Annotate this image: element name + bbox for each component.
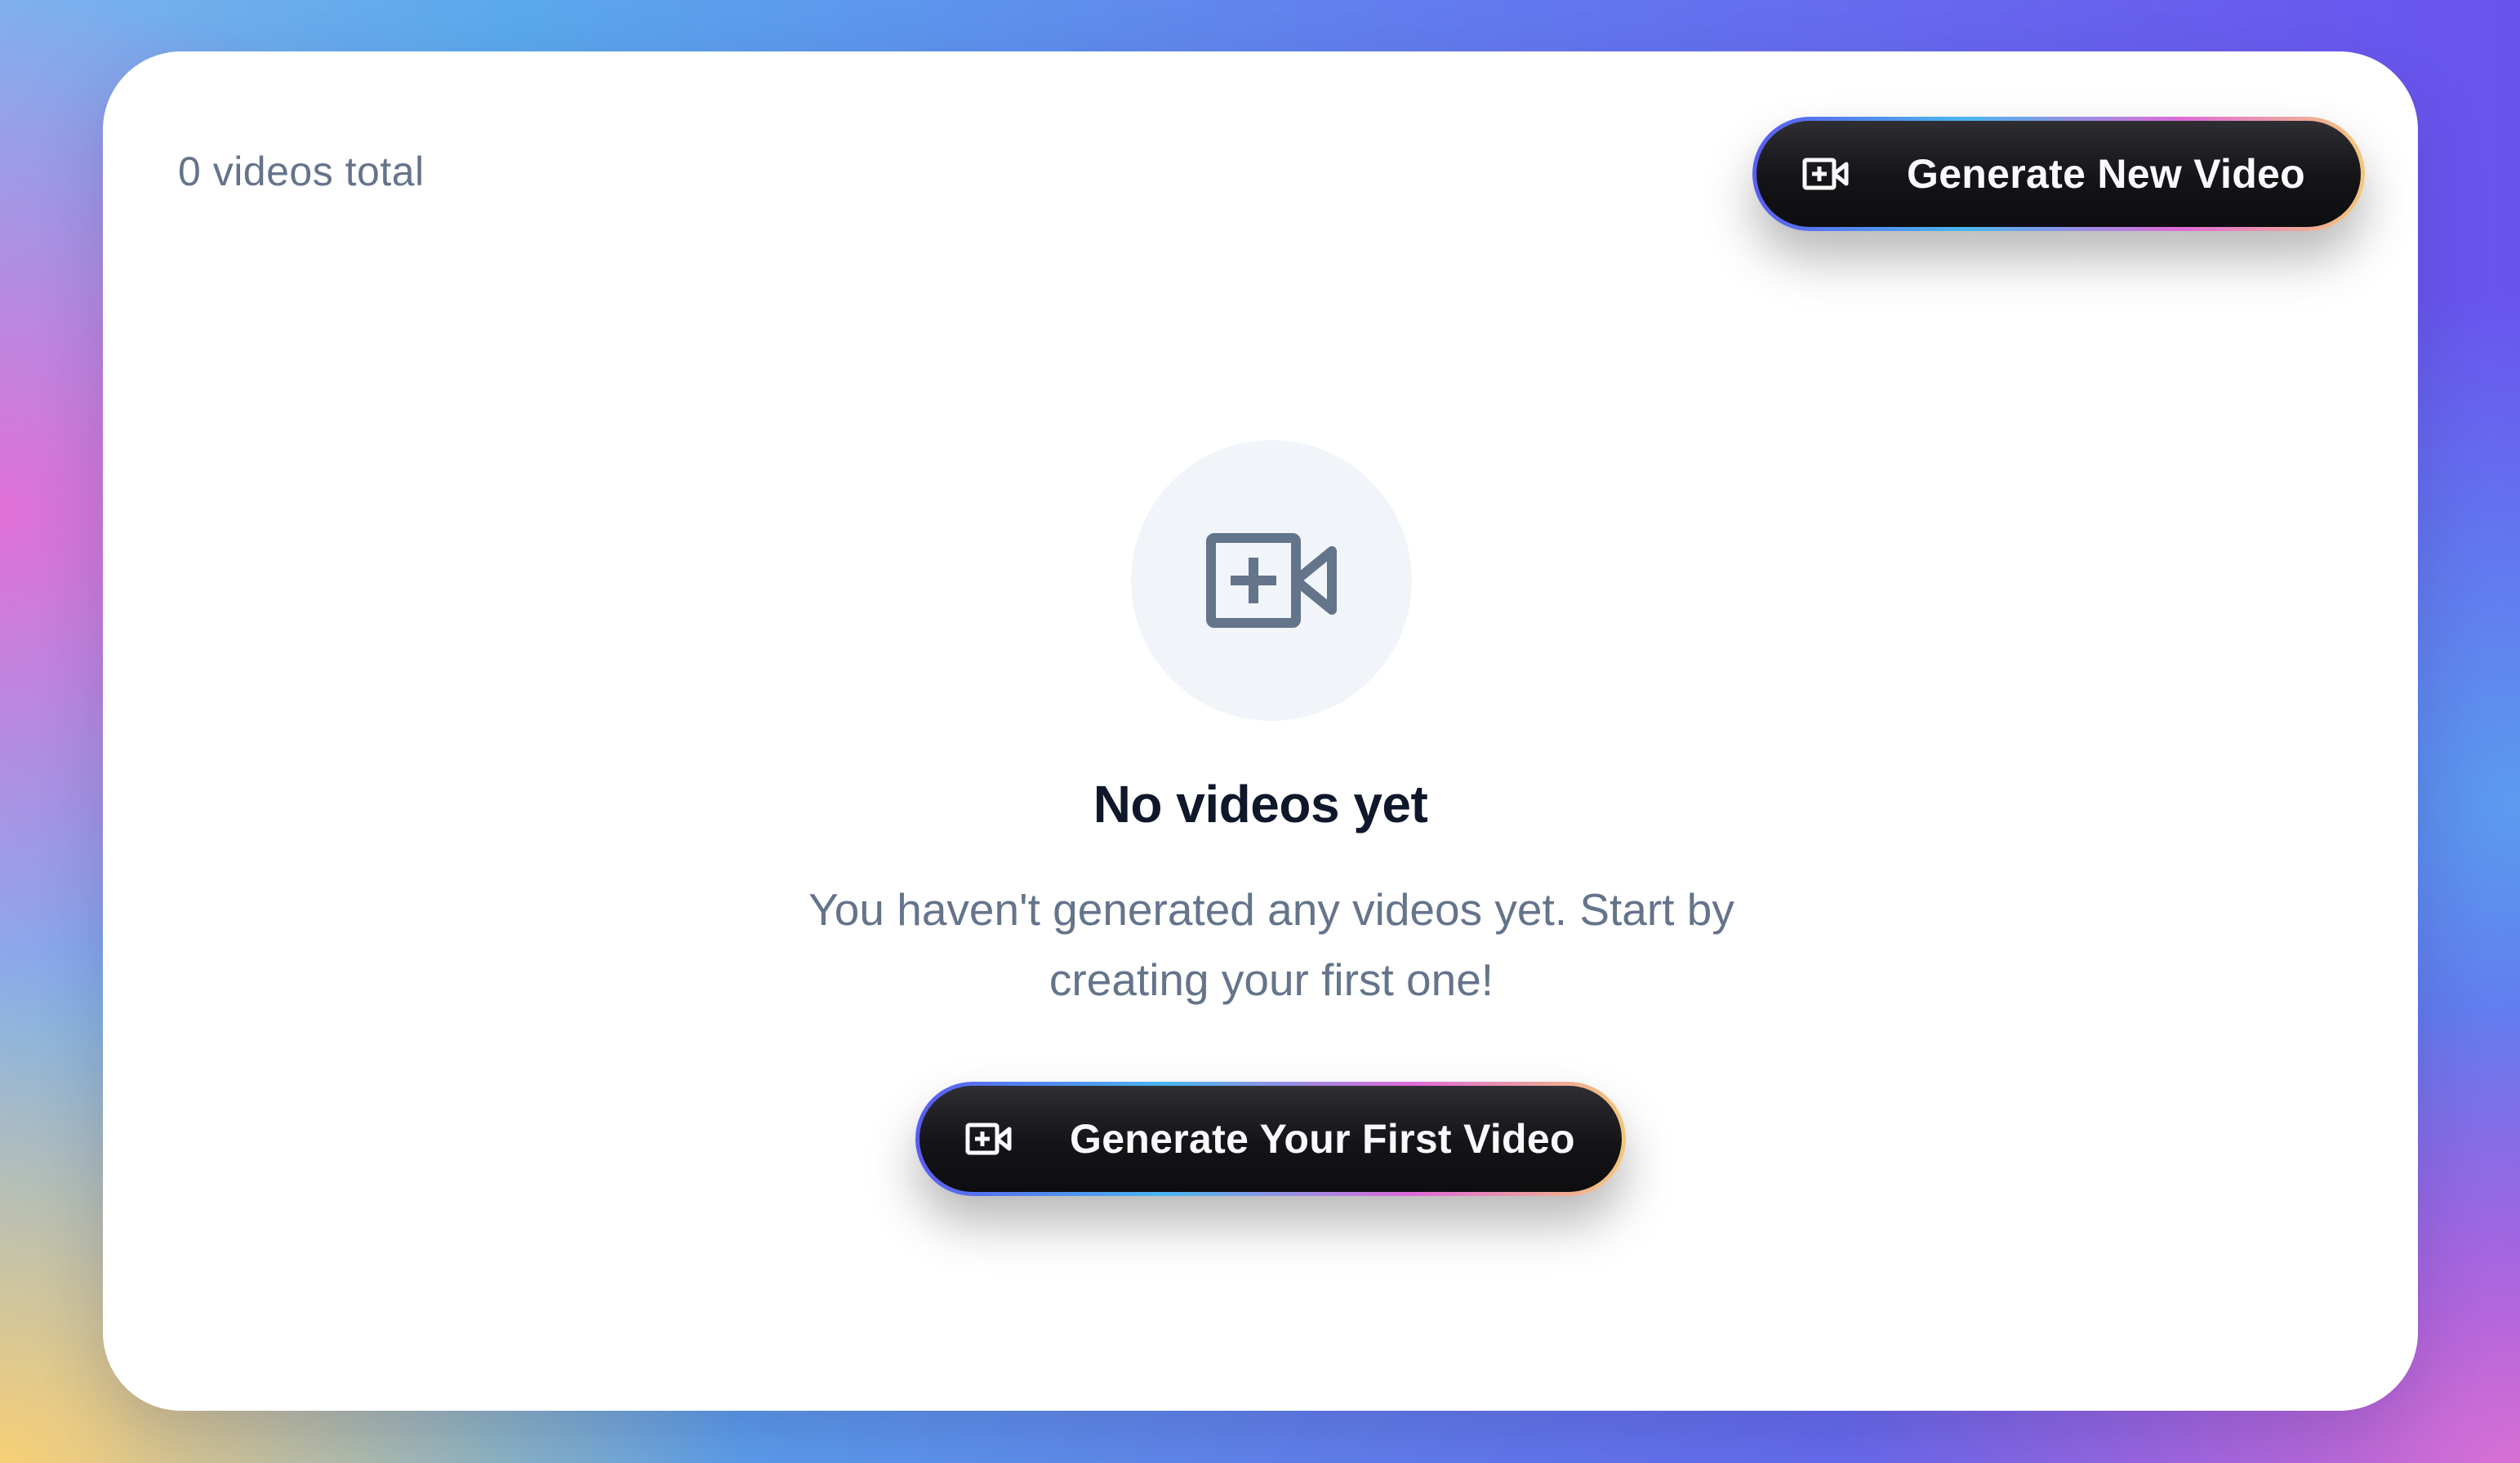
videos-panel: 0 videos total Generate New Video No vid… (103, 51, 2418, 1411)
generate-first-video-label: Generate Your First Video (1070, 1116, 1575, 1162)
empty-state-title: No videos yet (1093, 775, 1428, 834)
empty-state-icon-circle (1131, 440, 1412, 721)
generate-new-video-button[interactable]: Generate New Video (1752, 117, 2365, 231)
generate-first-video-button[interactable]: Generate Your First Video (915, 1082, 1626, 1196)
video-plus-icon (965, 1123, 1012, 1155)
generate-new-video-label: Generate New Video (1907, 151, 2305, 197)
empty-state-description: You haven't generated any videos yet. St… (808, 884, 1734, 1005)
generate-first-video-button-inner[interactable]: Generate Your First Video (919, 1086, 1622, 1192)
video-count: 0 videos total (178, 149, 425, 194)
generate-new-video-button-inner[interactable]: Generate New Video (1756, 121, 2361, 227)
video-plus-icon (1206, 533, 1337, 628)
video-plus-icon (1802, 158, 1849, 190)
